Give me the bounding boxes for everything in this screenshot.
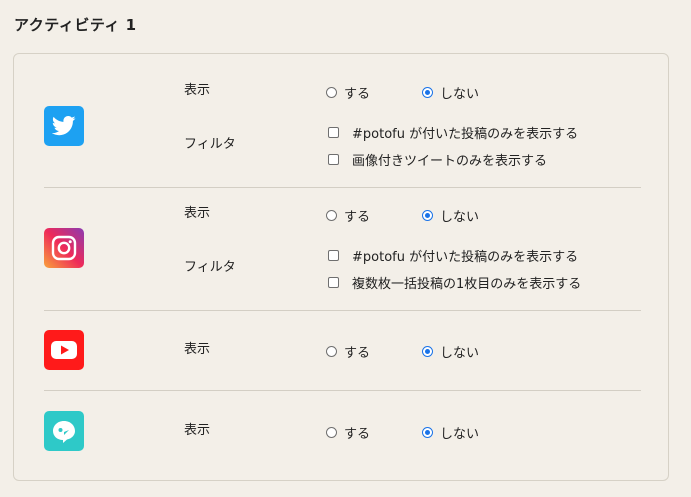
radio-label: する (344, 87, 371, 102)
checkbox-label: 画像付きツイートのみを表示する (352, 154, 548, 169)
radio-button-selected-icon[interactable] (422, 210, 433, 221)
radio-button-selected-icon[interactable] (422, 87, 433, 98)
radio-label: する (344, 210, 371, 225)
potofu-display-hide-radio[interactable]: しない (422, 423, 479, 442)
instagram-camera-icon (44, 228, 84, 268)
display-label: 表示 (184, 423, 211, 438)
instagram-filter-hashtag-checkbox[interactable]: #potofu が付いた投稿のみを表示する (328, 246, 578, 265)
display-label: 表示 (184, 83, 211, 98)
potofu-display-show-radio[interactable]: する (326, 423, 370, 442)
checkbox-icon[interactable] (328, 127, 339, 138)
radio-label: する (344, 427, 371, 442)
potofu-bird-icon (44, 411, 84, 451)
twitter-filter-hashtag-checkbox[interactable]: #potofu が付いた投稿のみを表示する (328, 123, 578, 142)
youtube-section: 表示 する しない (14, 310, 668, 390)
twitter-filter-image-checkbox[interactable]: 画像付きツイートのみを表示する (328, 150, 547, 169)
radio-label: しない (440, 427, 480, 442)
checkbox-icon[interactable] (328, 250, 339, 261)
radio-label: しない (440, 87, 480, 102)
radio-button-icon[interactable] (326, 427, 337, 438)
instagram-section: 表示 する しない フィルタ #potofu が付いた投稿のみを表示する 複数枚… (14, 187, 668, 310)
youtube-display-show-radio[interactable]: する (326, 342, 370, 361)
radio-button-selected-icon[interactable] (422, 346, 433, 357)
radio-button-selected-icon[interactable] (422, 427, 433, 438)
page-title: アクティビティ 1 (14, 16, 137, 34)
twitter-section: 表示 する しない フィルタ #potofu が付いた投稿のみを表示する 画像付… (14, 54, 668, 187)
radio-label: しない (440, 346, 480, 361)
radio-label: する (344, 346, 371, 361)
radio-button-icon[interactable] (326, 346, 337, 357)
display-label: 表示 (184, 342, 211, 357)
radio-button-icon[interactable] (326, 210, 337, 221)
instagram-display-hide-radio[interactable]: しない (422, 206, 479, 225)
filter-label: フィルタ (184, 260, 236, 275)
twitter-display-show-radio[interactable]: する (326, 83, 370, 102)
potofu-section: 表示 する しない (14, 390, 668, 482)
checkbox-label: #potofu が付いた投稿のみを表示する (352, 127, 579, 142)
display-label: 表示 (184, 206, 211, 221)
youtube-play-icon (44, 330, 84, 370)
filter-label: フィルタ (184, 137, 236, 152)
checkbox-icon[interactable] (328, 154, 339, 165)
instagram-filter-first-image-checkbox[interactable]: 複数枚一括投稿の1枚目のみを表示する (328, 273, 581, 292)
radio-label: しない (440, 210, 480, 225)
twitter-display-hide-radio[interactable]: しない (422, 83, 479, 102)
checkbox-label: #potofu が付いた投稿のみを表示する (352, 250, 579, 265)
twitter-bird-icon (44, 106, 84, 146)
checkbox-icon[interactable] (328, 277, 339, 288)
radio-button-icon[interactable] (326, 87, 337, 98)
activity-settings-panel: 表示 する しない フィルタ #potofu が付いた投稿のみを表示する 画像付… (13, 53, 669, 481)
youtube-display-hide-radio[interactable]: しない (422, 342, 479, 361)
instagram-display-show-radio[interactable]: する (326, 206, 370, 225)
checkbox-label: 複数枚一括投稿の1枚目のみを表示する (352, 277, 582, 292)
